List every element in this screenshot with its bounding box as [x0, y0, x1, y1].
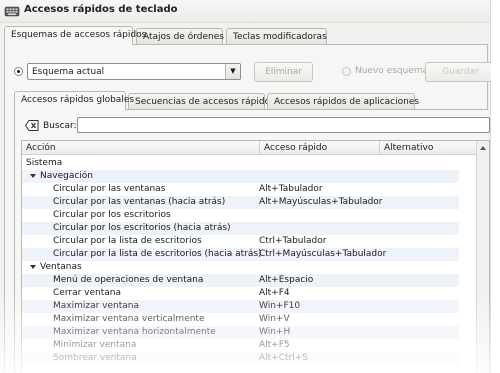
tab-label: Teclas modificadoras — [233, 32, 327, 42]
row-action: Sombrear ventana — [53, 353, 137, 363]
row-shortcut: Ctrl+Tabulador — [259, 236, 327, 246]
row-action: Ventanas — [40, 262, 82, 272]
subtab-aplicaciones[interactable]: Accesos rápidos de aplicaciones — [267, 93, 419, 110]
tab-atajos-ordenes[interactable]: Atajos de órdenes — [136, 28, 224, 45]
expander-icon[interactable] — [30, 265, 36, 269]
row-shortcut: Win+H — [259, 327, 291, 337]
subtab-secuencias[interactable]: Secuencias de accesos rápidos — [128, 93, 275, 110]
column-header-label: Acceso rápido — [264, 143, 328, 153]
row-action: Maximizar ventana horizontalmente — [53, 327, 216, 337]
table-row[interactable]: Maximizar ventana Win+F10 — [22, 300, 459, 313]
chevron-down-icon: ▼ — [225, 64, 240, 79]
save-scheme-button[interactable]: Guardar — [425, 62, 495, 82]
row-action: Sistema — [26, 158, 63, 168]
row-shortcut: Alt+Tabulador — [259, 184, 323, 194]
table-row[interactable]: Circular por las ventanas (hacia atrás) A… — [22, 196, 459, 209]
row-action: Navegación — [40, 171, 93, 181]
new-scheme-label: Nuevo esquema — [355, 66, 429, 76]
row-action: Circular por las ventanas (hacia atrás) — [53, 197, 226, 207]
tree-scrollbar[interactable] — [476, 141, 489, 373]
tab-esquemas[interactable]: Esquemas de accesos rápidos — [4, 26, 146, 45]
row-shortcut: Alt+F4 — [259, 288, 290, 298]
row-action: Circular por la lista de escritorios — [53, 236, 202, 246]
expander-icon[interactable] — [30, 174, 36, 178]
keyboard-icon — [4, 6, 20, 17]
row-action: Circular por la lista de escritorios (ha… — [53, 249, 262, 259]
table-row[interactable]: Minimizar ventana Alt+F5 — [22, 339, 459, 352]
dialog-frame: Accesos rápidos de teclado Esquemas de a… — [0, 0, 495, 373]
column-header-shortcut[interactable]: Acceso rápido — [259, 141, 379, 155]
dialog-header: Accesos rápidos de teclado — [0, 0, 490, 23]
scheme-select-value: Esquema actual — [32, 67, 105, 77]
row-shortcut: Alt+Espacio — [259, 275, 314, 285]
table-row[interactable]: Cerrar ventana Alt+F4 — [22, 287, 459, 300]
row-action: Circular por los escritorios — [53, 210, 171, 220]
subtab-label: Secuencias de accesos rápidos — [135, 97, 275, 107]
row-shortcut: Alt+Ctrl+S — [259, 353, 308, 363]
table-row[interactable]: Circular por los escritorios (hacia atrá… — [22, 222, 459, 235]
table-row[interactable]: Maximizar ventana horizontalmente Win+H — [22, 326, 459, 339]
row-action: Circular por los escritorios (hacia atrá… — [53, 223, 231, 233]
subtab-globales[interactable]: Accesos rápidos globales — [14, 91, 134, 110]
search-input[interactable] — [77, 117, 490, 133]
row-action: Circular por las ventanas — [53, 184, 166, 194]
column-header-label: Alternativo — [384, 143, 434, 153]
table-row[interactable]: Menú de operaciones de ventana Alt+Espaci… — [22, 274, 459, 287]
search-label: Buscar: — [43, 121, 77, 131]
current-scheme-radio[interactable] — [14, 67, 23, 76]
column-header-label: Acción — [26, 143, 56, 153]
table-row[interactable]: Sombrear ventana Alt+Ctrl+S — [22, 352, 459, 365]
shortcuts-tree[interactable]: Acción Acceso rápido Alternativo Sistema… — [21, 140, 490, 373]
scroll-up-icon[interactable] — [480, 146, 486, 150]
table-row[interactable]: Maximizar ventana verticalmente Win+V — [22, 313, 459, 326]
row-action: Menú de operaciones de ventana — [53, 275, 204, 285]
row-shortcut: Alt+Mayúsculas+Tabulador — [259, 197, 383, 207]
subtab-label: Accesos rápidos de aplicaciones — [274, 97, 420, 107]
table-row[interactable]: Navegación — [22, 170, 459, 183]
row-shortcut: Win+V — [259, 314, 290, 324]
subtab-label: Accesos rápidos globales — [21, 95, 135, 105]
row-shortcut: Ctrl+Mayúsculas+Tabulador — [259, 249, 387, 259]
table-row[interactable]: Ventanas — [22, 261, 459, 274]
column-header-alternative[interactable]: Alternativo — [379, 141, 479, 155]
table-row[interactable]: Circular por los escritorios — [22, 209, 459, 222]
save-scheme-label: Guardar — [442, 67, 479, 77]
clear-search-icon[interactable] — [25, 120, 39, 131]
tab-label: Esquemas de accesos rápidos — [11, 30, 147, 40]
tab-label: Atajos de órdenes — [143, 32, 224, 42]
tab-teclas-modificadoras[interactable]: Teclas modificadoras — [226, 28, 327, 45]
row-action: Maximizar ventana verticalmente — [53, 314, 205, 324]
row-action: Minimizar ventana — [53, 340, 137, 350]
remove-scheme-button[interactable]: Eliminar — [254, 62, 313, 82]
scheme-select[interactable]: Esquema actual ▼ — [27, 63, 241, 80]
table-row[interactable]: Circular por la lista de escritorios Ctrl… — [22, 235, 459, 248]
new-scheme-radio[interactable] — [342, 67, 351, 76]
row-shortcut: Alt+F5 — [259, 340, 290, 350]
table-row[interactable]: Circular por las ventanas Alt+Tabulador — [22, 183, 459, 196]
row-shortcut: Win+F10 — [259, 301, 301, 311]
row-action: Cerrar ventana — [53, 288, 121, 298]
remove-scheme-label: Eliminar — [265, 67, 302, 77]
column-header-action[interactable]: Acción — [22, 141, 259, 155]
table-row[interactable]: Sistema — [22, 157, 459, 170]
row-action: Maximizar ventana — [53, 301, 140, 311]
dialog-title: Accesos rápidos de teclado — [24, 4, 178, 15]
table-row[interactable]: Circular por la lista de escritorios (ha… — [22, 248, 459, 261]
